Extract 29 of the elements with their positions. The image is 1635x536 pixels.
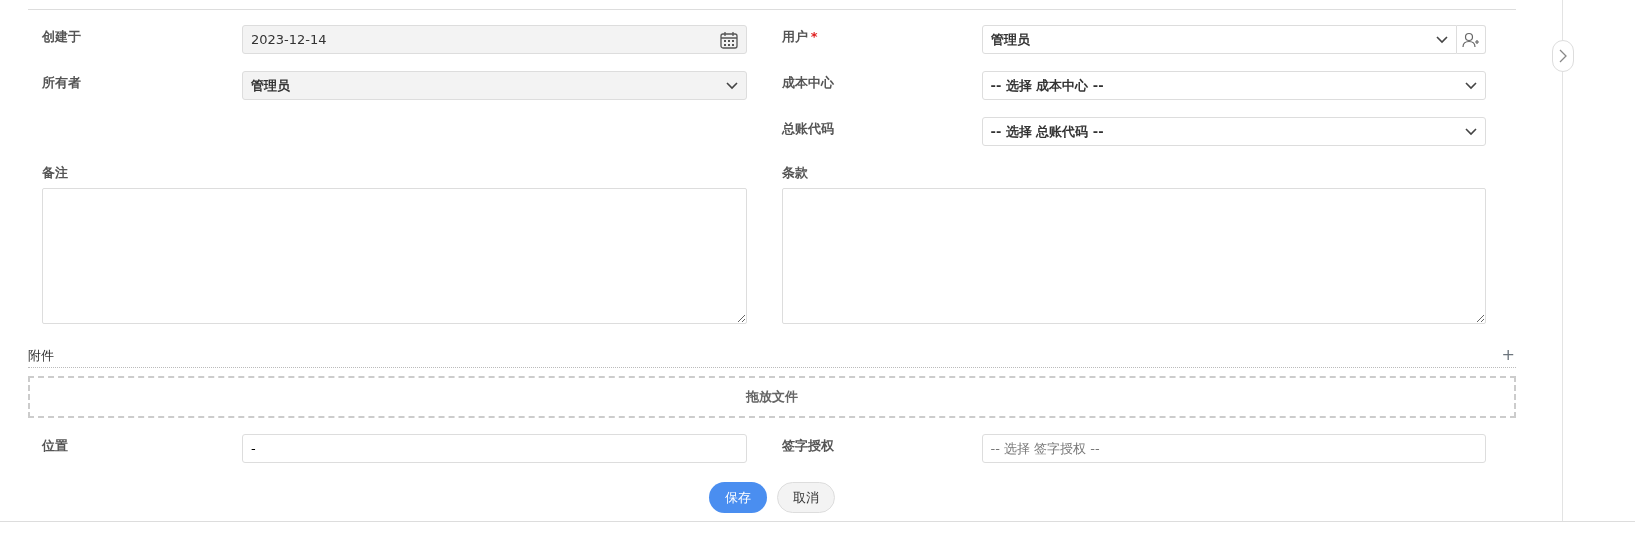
field-label: 用户 xyxy=(781,29,808,44)
chevron-right-icon xyxy=(1559,49,1567,63)
required-mark: * xyxy=(810,29,818,44)
drop-zone[interactable]: 拖放文件 xyxy=(28,376,1516,418)
cancel-button[interactable]: 取消 xyxy=(777,482,835,513)
dropdown-field[interactable]: -- 选择 总账代码 -- xyxy=(981,117,1486,146)
add-user-icon xyxy=(1462,31,1480,48)
text-area[interactable] xyxy=(42,187,747,324)
dropdown-field[interactable]: 管理员 xyxy=(981,25,1457,54)
field-label: 位置 xyxy=(42,438,68,453)
chevron-down-icon xyxy=(1465,127,1477,136)
field-label: 条款 xyxy=(781,164,809,182)
field-label: 签字授权 xyxy=(781,438,834,453)
input-field[interactable]: - xyxy=(242,434,747,463)
field-label: 成本中心 xyxy=(781,75,834,90)
text-area[interactable] xyxy=(781,187,1486,324)
section-title: 附件 xyxy=(28,346,54,365)
expand-panel-button[interactable] xyxy=(1552,40,1574,72)
dropdown-field[interactable]: -- 选择 成本中心 -- xyxy=(981,71,1486,100)
field-label: 所有者 xyxy=(42,75,81,90)
chevron-down-icon xyxy=(1436,35,1448,44)
add-button[interactable]: + xyxy=(1500,346,1516,365)
field-label: 创建于 xyxy=(42,29,81,44)
input-field[interactable]: -- 选择 签字授权 -- xyxy=(981,434,1486,463)
chevron-down-icon xyxy=(1465,81,1477,90)
field-label: 备注 xyxy=(42,164,69,182)
field-label: 总账代码 xyxy=(781,121,834,136)
add-user-button[interactable] xyxy=(1457,25,1486,54)
chevron-down-icon xyxy=(725,81,738,90)
